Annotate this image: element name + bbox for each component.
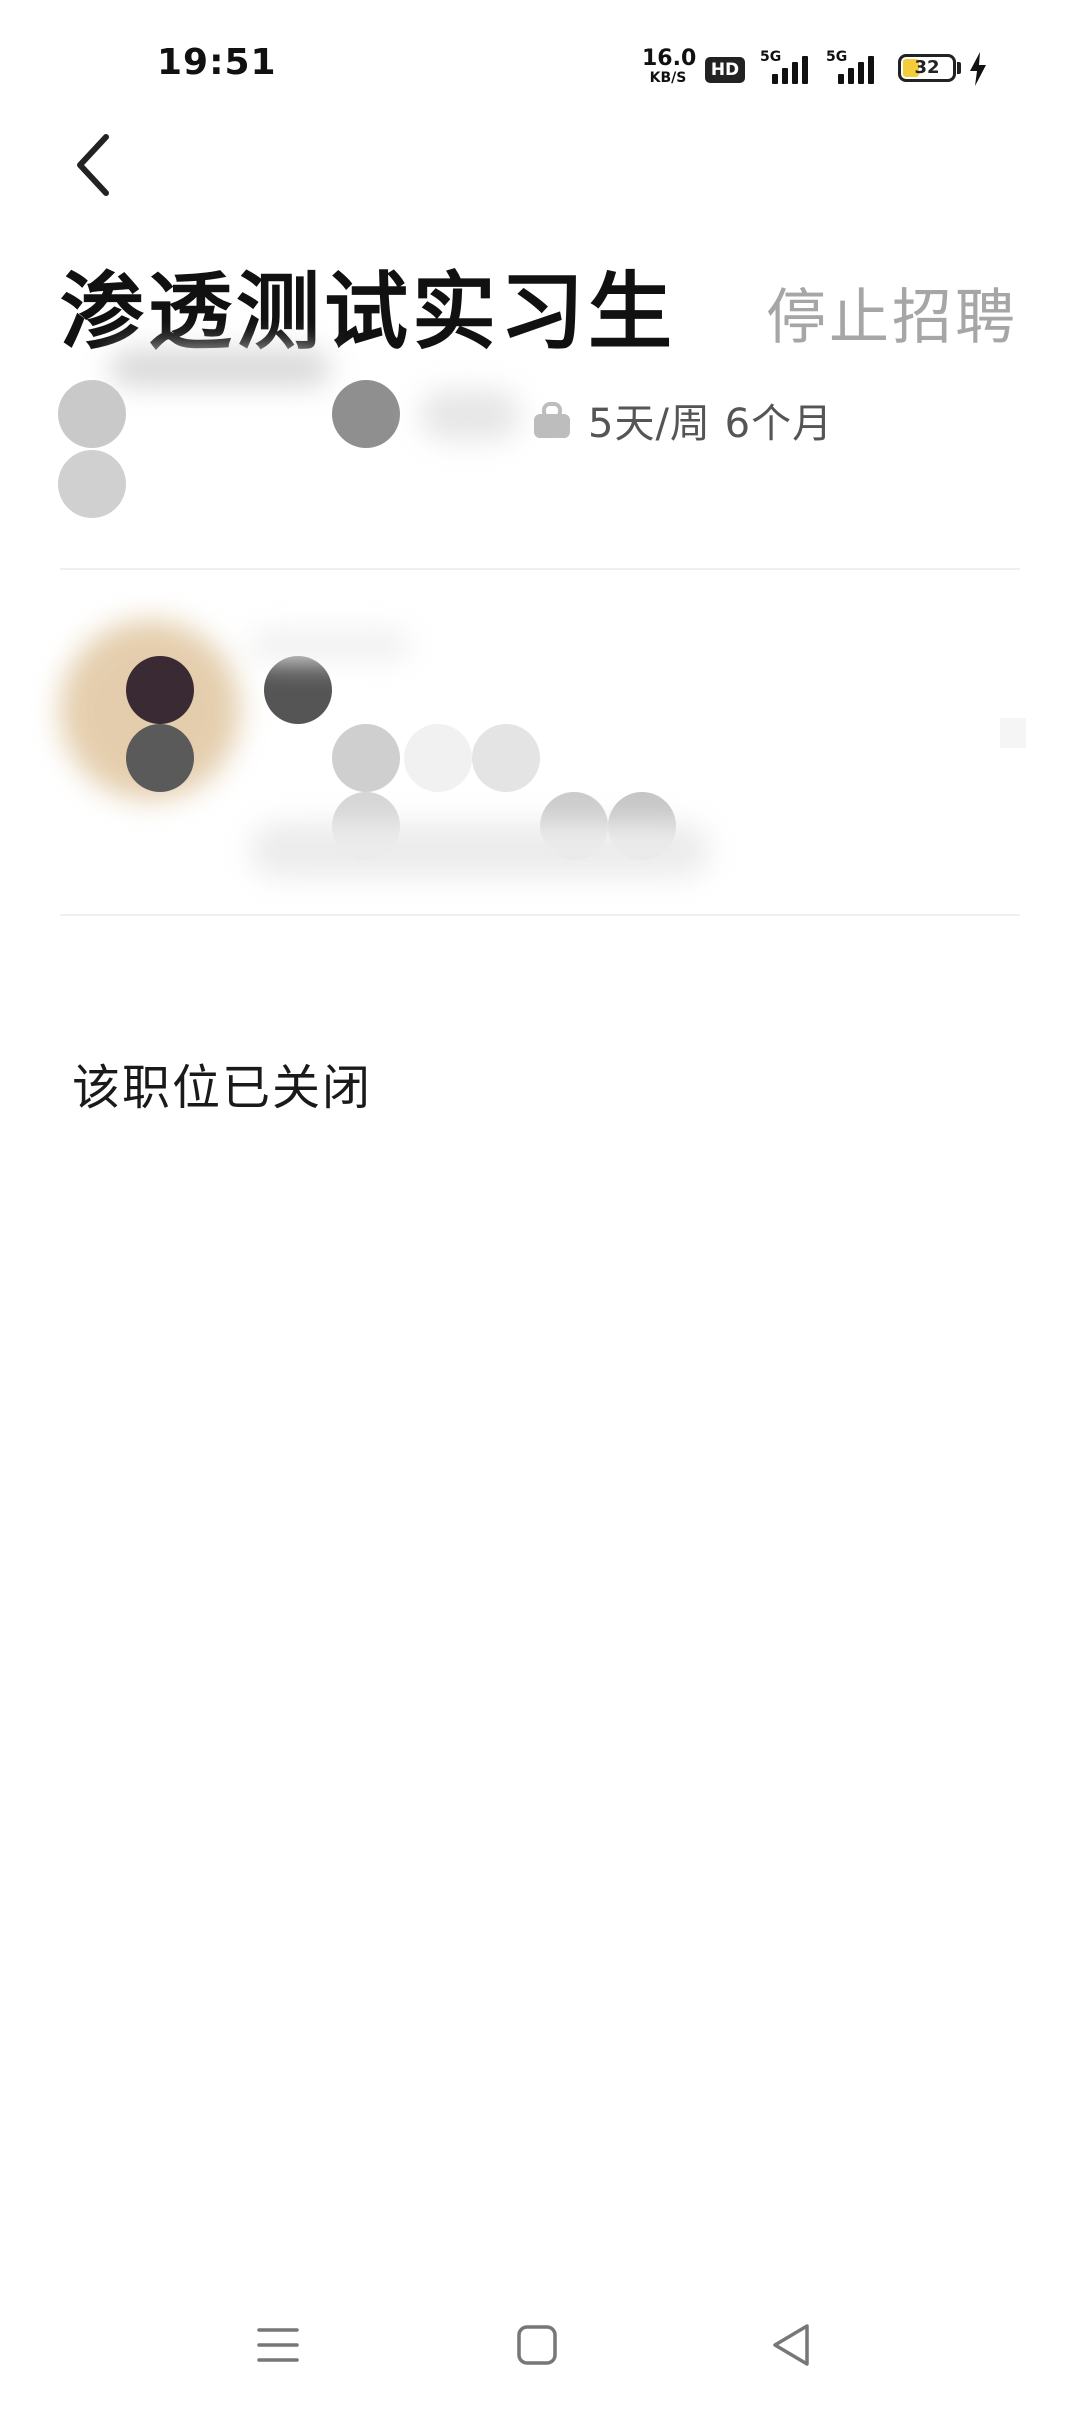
battery-tip (957, 62, 961, 74)
sim2-signal-icon: 5G (826, 50, 876, 86)
briefcase-icon (534, 402, 570, 438)
redaction-blur (250, 822, 710, 878)
network-speed-value: 16.0 (642, 46, 697, 71)
company-info-redacted[interactable] (0, 600, 1080, 900)
sim1-signal-icon: 5G (760, 50, 810, 86)
redaction-blur (250, 630, 410, 660)
back-button[interactable] (62, 125, 132, 205)
recent-apps-button[interactable] (243, 2310, 313, 2380)
home-square-icon (517, 2325, 557, 2365)
redaction-dot (58, 450, 126, 518)
status-time: 19:51 (157, 42, 277, 83)
redaction-dot (126, 656, 194, 724)
home-button[interactable] (502, 2310, 572, 2380)
chevron-left-icon (77, 134, 109, 196)
battery-level: 32 (914, 57, 940, 78)
redaction-dot (126, 724, 194, 792)
redaction-dot (332, 724, 400, 792)
position-closed-notice: 该职位已关闭 (72, 1060, 373, 1116)
redaction-dot (332, 380, 400, 448)
redaction-dot (472, 724, 540, 792)
work-schedule: 5天/周 6个月 (530, 390, 833, 450)
schedule-text: 5天/周 6个月 (588, 401, 834, 447)
stop-recruiting-button[interactable]: 停止招聘 (766, 283, 1018, 353)
divider (60, 568, 1020, 570)
redaction-dot (264, 656, 332, 724)
back-triangle-icon (773, 2324, 809, 2366)
chevron-right-placeholder (1000, 718, 1026, 748)
job-title: 渗透测试实习生 (60, 263, 677, 361)
redaction-blur (420, 390, 520, 440)
network-speed-unit: KB/S (649, 70, 687, 86)
status-bar: 19:51 16.0 KB/S HD 5G 5G 32 (0, 0, 1080, 130)
hd-voice-icon: HD (705, 57, 745, 83)
menu-icon (257, 2328, 299, 2362)
redaction-dot (58, 380, 126, 448)
divider (60, 914, 1020, 916)
battery-icon: 32 (898, 54, 956, 82)
network-speed: 16.0 KB/S (642, 46, 697, 87)
redaction-blur (110, 350, 330, 386)
charging-bolt-icon (970, 52, 986, 86)
redaction-dot (404, 724, 472, 792)
system-back-button[interactable] (757, 2310, 827, 2380)
